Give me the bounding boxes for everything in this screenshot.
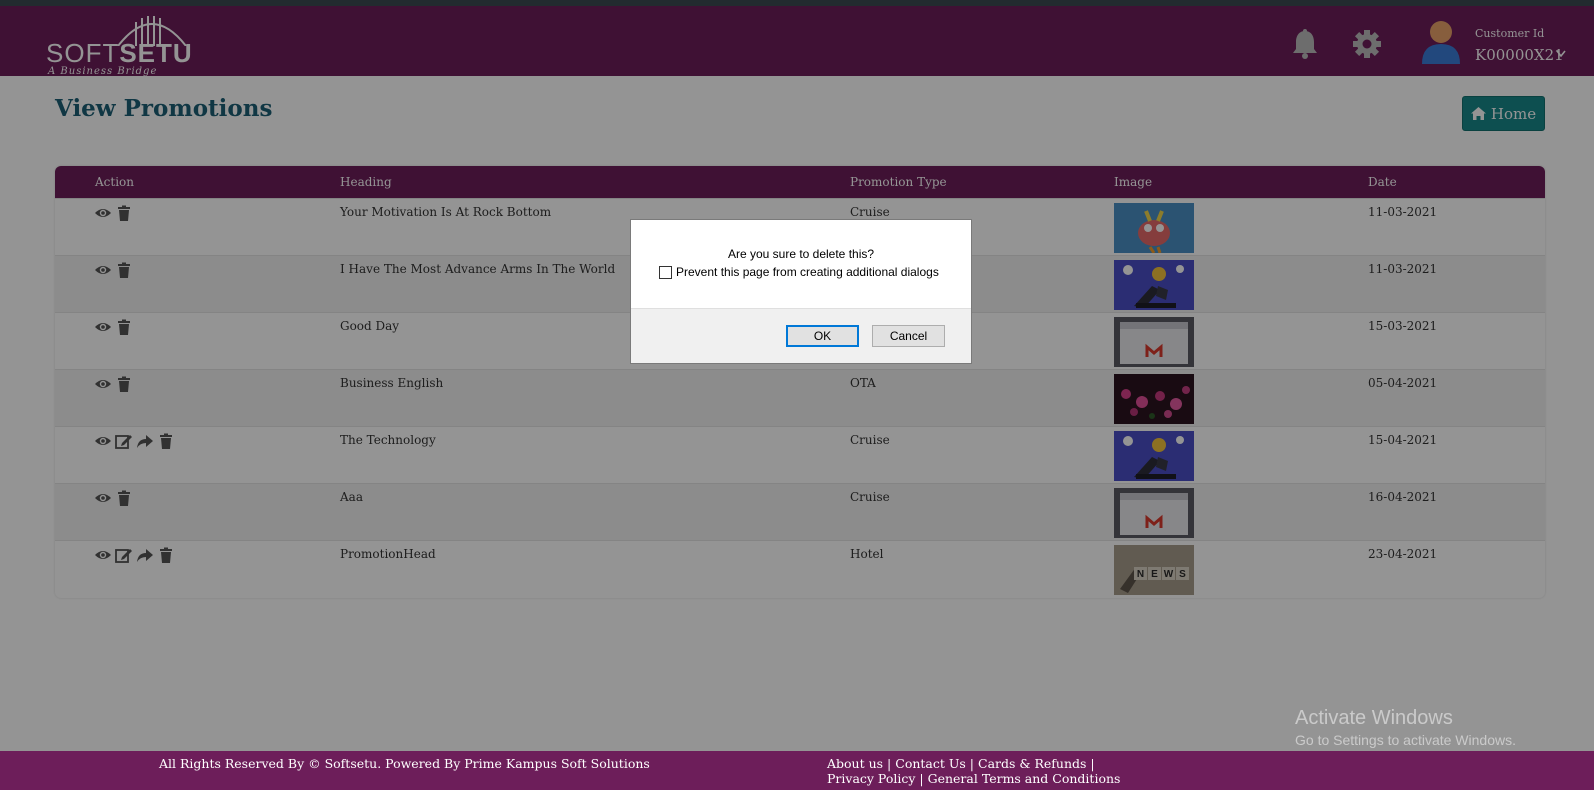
prevent-dialogs-label[interactable]: Prevent this page from creating addition…: [676, 265, 939, 279]
watermark-title: Activate Windows: [1295, 707, 1453, 729]
footer-links: About us | Contact Us | Cards & Refunds …: [827, 756, 1121, 786]
footer-link-refunds[interactable]: Cards & Refunds: [978, 756, 1086, 771]
footer-link-privacy[interactable]: Privacy Policy: [827, 771, 915, 786]
dialog-message: Are you sure to delete this?: [727, 247, 875, 261]
footer-copyright: All Rights Reserved By © Softsetu. Power…: [159, 756, 650, 771]
modal-overlay: [0, 0, 1594, 790]
footer-link-contact[interactable]: Contact Us: [895, 756, 966, 771]
cancel-button[interactable]: Cancel: [872, 325, 945, 347]
watermark-subtitle: Go to Settings to activate Windows.: [1295, 732, 1516, 748]
prevent-dialogs-option[interactable]: Prevent this page from creating addition…: [659, 265, 939, 279]
footer-link-about[interactable]: About us: [827, 756, 883, 771]
confirm-delete-dialog: Are you sure to delete this? Prevent thi…: [630, 219, 972, 364]
ok-button[interactable]: OK: [786, 325, 859, 347]
dialog-footer: OK Cancel: [631, 308, 971, 363]
page-footer: All Rights Reserved By © Softsetu. Power…: [0, 751, 1594, 790]
prevent-dialogs-checkbox[interactable]: [659, 265, 672, 279]
footer-link-terms[interactable]: General Terms and Conditions: [928, 771, 1121, 786]
windows-activation-watermark: Activate Windows Go to Settings to activ…: [1295, 707, 1516, 748]
